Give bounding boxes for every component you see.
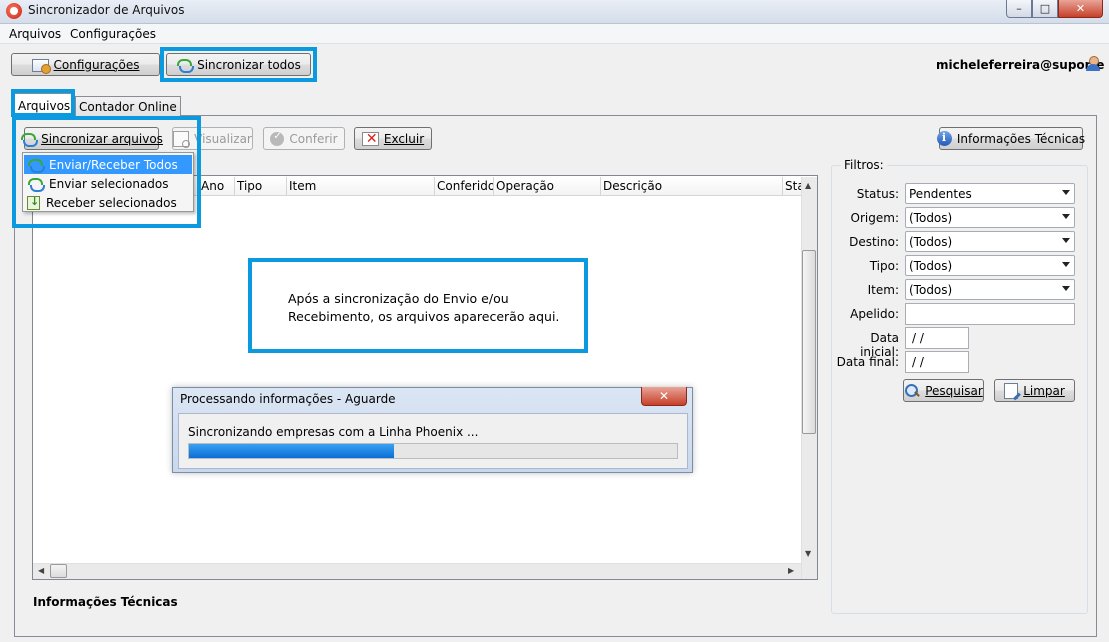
scroll-up-icon[interactable]: ▲ [805,181,811,190]
conferir-button[interactable]: Conferir [263,127,345,150]
data-inicial-input[interactable]: / / [905,327,969,349]
status-label: Status: [856,187,899,201]
tipo-value: (Todos) [909,258,953,273]
menu-arquivos[interactable]: Arquivos [5,27,65,41]
user-name: micheleferreira@suporte [936,58,1105,72]
pesquisar-label: Pesquisar [925,383,983,398]
sincronizar-todos-label: Sincronizar todos [197,57,301,72]
item-value: (Todos) [909,282,953,297]
column-ano[interactable]: Ano [198,177,234,196]
vertical-scroll-thumb[interactable] [802,250,816,434]
chevron-down-icon [1062,214,1070,219]
chevron-down-icon [1062,238,1070,243]
window-title: Sincronizador de Arquivos [28,3,185,17]
sincronizar-todos-button[interactable]: Sincronizar todos [166,53,311,76]
chevron-down-icon [1062,190,1070,195]
highlight-tab-arquivos [11,89,75,117]
menu-configuracoes[interactable]: Configurações [66,27,160,41]
data-final-label: Data final: [836,355,899,369]
column-conferido[interactable]: Conferido [434,177,493,196]
data-final-input[interactable]: / / [905,351,969,373]
delete-icon [361,131,379,147]
sync-icon [176,57,193,73]
filters-title: Filtros: [841,158,887,172]
configuracoes-button[interactable]: Configurações [11,53,160,76]
status-value: Pendentes [909,186,972,201]
tipo-select[interactable]: (Todos) [905,255,1075,276]
visualizar-label: Visualizar [194,131,252,146]
apelido-label: Apelido: [850,307,899,321]
origem-select[interactable]: (Todos) [905,207,1075,228]
app-logo-icon [6,3,22,19]
highlight-sync-menu [12,116,201,228]
user-icon [1085,56,1101,72]
progress-bar-fill [189,444,394,458]
progress-dialog-title: Processando informações - Aguarde [180,392,396,406]
minimize-button[interactable]: – [1006,0,1032,18]
destino-select[interactable]: (Todos) [905,231,1075,252]
clear-icon [1004,382,1019,399]
origem-value: (Todos) [909,210,953,225]
pesquisar-button[interactable]: Pesquisar [903,379,984,402]
menu-bar [0,24,1109,44]
settings-icon [31,59,51,74]
horizontal-scrollbar[interactable] [33,563,801,579]
origem-label: Origem: [850,211,899,225]
progress-bar [188,443,678,459]
search-icon [904,383,920,399]
tipo-label: Tipo: [869,259,899,273]
progress-message: Sincronizando empresas com a Linha Phoen… [188,425,479,439]
status-select[interactable]: Pendentes [905,183,1075,204]
scroll-right-icon[interactable]: ▶ [788,566,794,575]
item-label: Item: [867,283,899,297]
tab-contador-online[interactable]: Contador Online [75,96,181,117]
limpar-button[interactable]: Limpar [994,379,1075,402]
destino-value: (Todos) [909,234,953,249]
files-grid[interactable] [32,175,818,580]
chevron-down-icon [1062,262,1070,267]
info-icon [936,131,952,146]
annotation-text: Após a sincronização do Envio e/ou Receb… [288,291,560,324]
column-tipo[interactable]: Tipo [234,177,286,196]
user-avatar[interactable] [1085,56,1101,75]
column-descricao[interactable]: Descrição [600,177,782,196]
informacoes-tecnicas-button[interactable]: Informações Técnicas [936,127,1086,150]
excluir-button[interactable]: Excluir [354,127,432,150]
configuracoes-label: Configurações [53,57,140,72]
column-operacao[interactable]: Operação [493,177,600,196]
limpar-label: Limpar [1023,383,1065,398]
close-button[interactable]: ✕ [1058,0,1103,18]
destino-label: Destino: [849,235,899,249]
check-icon [270,131,285,146]
conferir-label: Conferir [289,131,338,146]
scroll-left-icon[interactable]: ◀ [38,566,44,575]
chevron-down-icon [1062,286,1070,291]
tech-info-bar: Informações Técnicas [22,589,824,614]
scroll-down-icon[interactable]: ▼ [805,549,811,558]
horizontal-scroll-thumb[interactable] [50,564,67,578]
tech-info-title: Informações Técnicas [33,595,178,609]
column-status[interactable]: Sta [782,177,801,196]
informacoes-tecnicas-label: Informações Técnicas [956,131,1086,146]
progress-dialog-body [178,413,688,469]
maximize-button[interactable]: □ [1032,0,1058,18]
column-item[interactable]: Item [286,177,434,196]
item-select[interactable]: (Todos) [905,279,1075,300]
dialog-close-button[interactable]: ✕ [641,387,687,406]
excluir-label: Excluir [383,131,425,146]
apelido-input[interactable] [905,303,1075,325]
